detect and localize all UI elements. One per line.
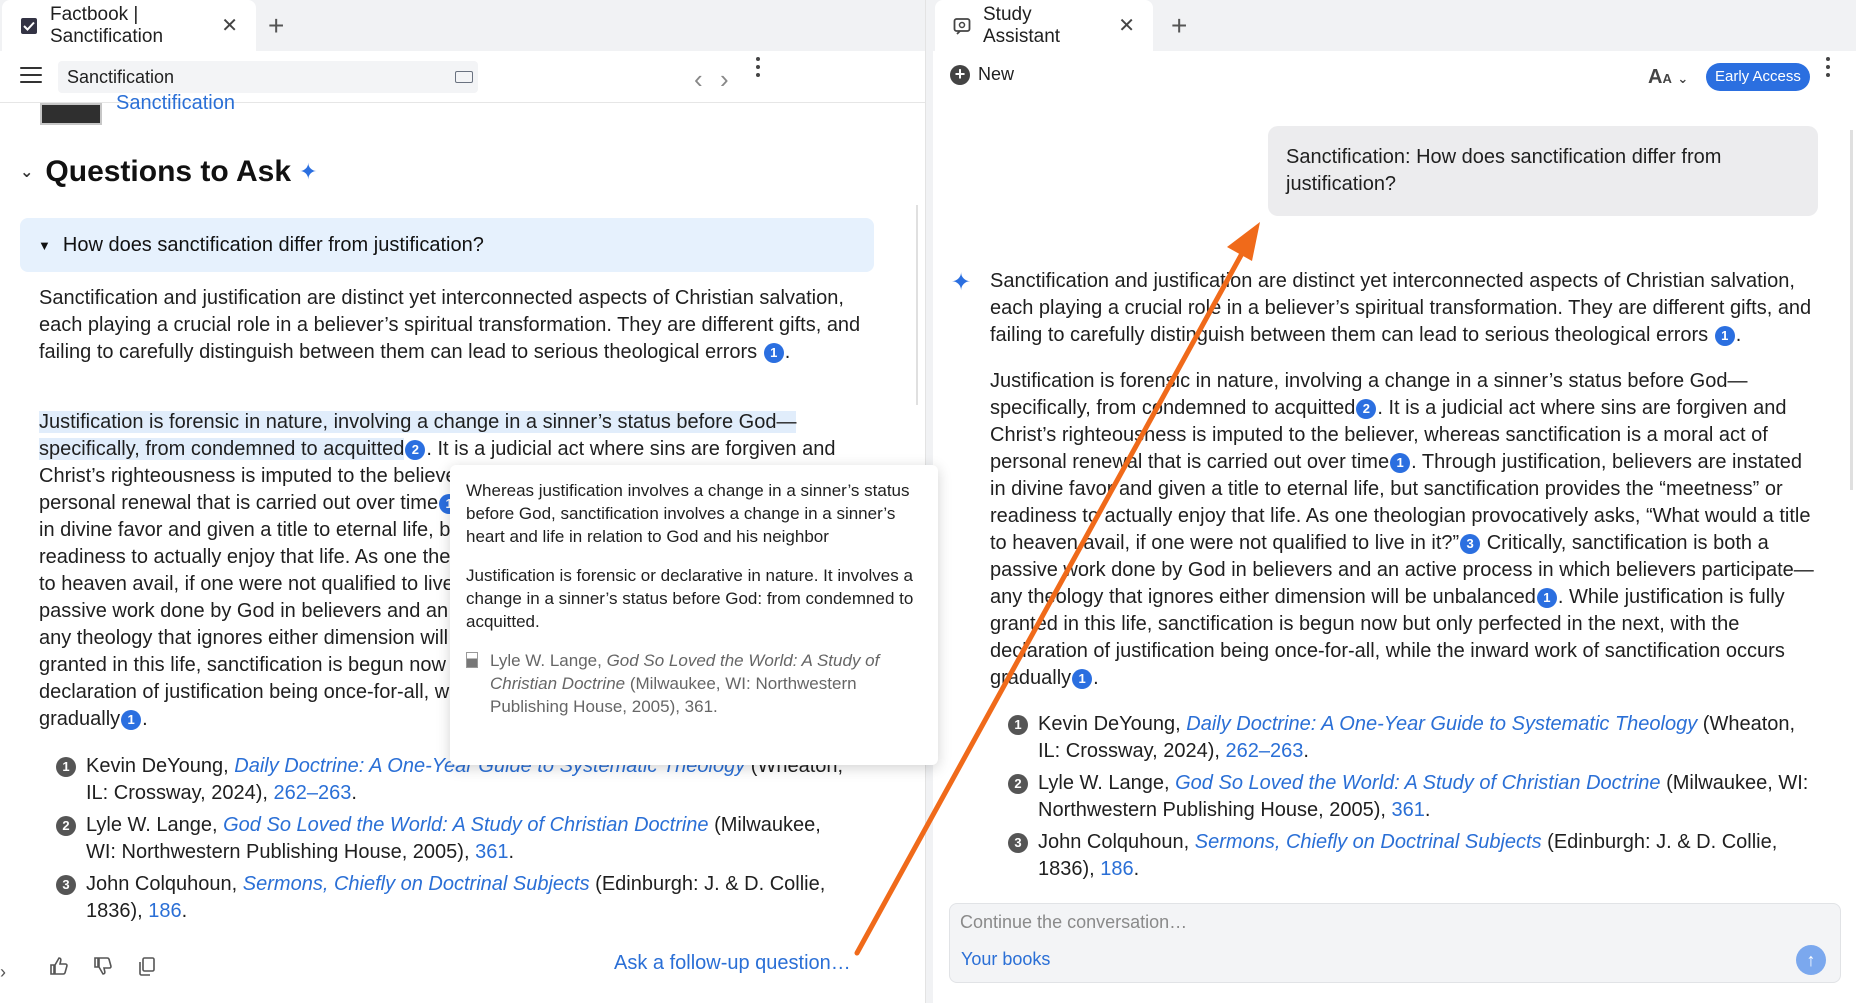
citation-badge[interactable]: 2 xyxy=(405,440,426,460)
menu-icon[interactable] xyxy=(20,67,42,85)
citation-badge[interactable]: 1 xyxy=(1714,326,1735,346)
reference-item: 2 Lyle W. Lange, God So Loved the World: … xyxy=(56,812,846,866)
book-link[interactable]: Sermons, Chiefly on Doctrinal Subjects xyxy=(243,873,590,895)
thumbs-up-icon[interactable] xyxy=(48,955,70,977)
copy-icon[interactable] xyxy=(136,955,158,977)
back-icon[interactable]: ‹ xyxy=(694,64,703,95)
tab-study-assistant[interactable]: Study Assistant ✕ xyxy=(935,0,1153,51)
your-books-link[interactable]: Your books xyxy=(961,949,1050,970)
more-options-icon[interactable] xyxy=(756,57,760,81)
scrollbar[interactable] xyxy=(916,205,918,405)
checkbox-icon xyxy=(20,17,38,35)
search-input[interactable] xyxy=(58,61,478,93)
assistant-paragraph-2: Justification is forensic in nature, inv… xyxy=(990,370,1814,689)
new-tab-button[interactable]: + xyxy=(268,10,284,42)
tab-title: Factbook | Sanctification xyxy=(50,3,164,47)
citation-badge[interactable]: 1 xyxy=(1536,588,1557,608)
reference-item: 3 John Colquhoun, Sermons, Chiefly on Doc… xyxy=(56,871,846,925)
left-tabstrip: Factbook | Sanctification ✕ + xyxy=(0,0,925,51)
right-tabstrip: Study Assistant ✕ + xyxy=(933,0,1856,51)
chevron-down-icon: ⌄ xyxy=(20,164,34,181)
sparkle-icon: ✦ xyxy=(951,269,972,296)
study-assistant-pane: Study Assistant ✕ + + New AA ⌄ Early Acc… xyxy=(933,0,1856,1003)
expand-panel-icon[interactable]: › xyxy=(0,962,6,983)
citation-tooltip: Whereas justification involves a change … xyxy=(450,465,938,765)
citation-badge[interactable]: 1 xyxy=(763,343,784,363)
send-button[interactable]: ↑ xyxy=(1796,945,1826,975)
section-title[interactable]: ⌄ Questions to Ask ✦ xyxy=(20,155,317,189)
text-size-button[interactable]: AA ⌄ xyxy=(1648,66,1688,89)
reference-item: 2 Lyle W. Lange, God So Loved the World: … xyxy=(1008,770,1818,824)
citation-badge[interactable]: 1 xyxy=(1390,453,1411,473)
assistant-icon xyxy=(953,17,971,35)
early-access-badge[interactable]: Early Access xyxy=(1706,63,1810,91)
citation-badge[interactable]: 1 xyxy=(121,710,142,730)
assistant-paragraph-1: Sanctification and justification are dis… xyxy=(990,270,1812,346)
book-link[interactable]: Daily Doctrine: A One-Year Guide to Syst… xyxy=(1186,713,1697,735)
reference-item: 1 Kevin DeYoung, Daily Doctrine: A One-Ye… xyxy=(1008,711,1818,765)
tooltip-quote-2: Justification is forensic or declarative… xyxy=(466,566,914,631)
chat-composer: Your books ↑ xyxy=(949,903,1841,983)
reference-item: 3 John Colquhoun, Sermons, Chiefly on Doc… xyxy=(1008,829,1818,883)
close-tab-icon[interactable]: ✕ xyxy=(1118,13,1135,38)
answer-actions xyxy=(48,955,158,977)
close-tab-icon[interactable]: ✕ xyxy=(221,13,238,38)
answer-paragraph-1: Sanctification and justification are dis… xyxy=(39,287,861,363)
chat-input[interactable] xyxy=(960,912,1660,933)
article-thumbnail[interactable] xyxy=(40,103,102,125)
follow-up-link[interactable]: Ask a follow-up question… xyxy=(614,952,851,975)
page-link[interactable]: 361 xyxy=(1392,799,1425,821)
scrollbar[interactable] xyxy=(1850,130,1853,490)
question-item[interactable]: ▼ How does sanctification differ from ju… xyxy=(20,218,874,272)
page-link[interactable]: 262–263 xyxy=(1225,740,1303,762)
citation-badge[interactable]: 2 xyxy=(1356,399,1377,419)
plus-icon: + xyxy=(950,64,970,85)
citation-badge[interactable]: 1 xyxy=(1072,669,1093,689)
new-tab-button[interactable]: + xyxy=(1171,10,1187,42)
tooltip-quote-1: Whereas justification involves a change … xyxy=(466,481,910,546)
citation-badge[interactable]: 3 xyxy=(1460,534,1481,554)
article-link[interactable]: Sanctification xyxy=(116,92,235,115)
page-link[interactable]: 186 xyxy=(148,900,181,922)
assistant-toolbar: + New AA ⌄ Early Access xyxy=(933,51,1856,103)
book-icon xyxy=(466,652,478,668)
reference-list: 1 Kevin DeYoung, Daily Doctrine: A One-Ye… xyxy=(1008,711,1818,888)
new-conversation-button[interactable]: + New xyxy=(950,64,1014,85)
tab-factbook[interactable]: Factbook | Sanctification ✕ xyxy=(2,0,256,51)
book-link[interactable]: God So Loved the World: A Study of Chris… xyxy=(223,814,708,836)
thumbs-down-icon[interactable] xyxy=(92,955,114,977)
keyboard-icon[interactable] xyxy=(455,71,473,83)
page-link[interactable]: 186 xyxy=(1100,858,1133,880)
user-message: Sanctification: How does sanctification … xyxy=(1268,126,1818,216)
tab-title: Study Assistant xyxy=(983,3,1061,47)
chevron-down-icon: ▼ xyxy=(38,237,51,253)
reference-list: 1 Kevin DeYoung, Daily Doctrine: A One-Ye… xyxy=(56,753,846,930)
page-link[interactable]: 262–263 xyxy=(273,782,351,804)
more-options-icon[interactable] xyxy=(1826,57,1830,81)
tooltip-source[interactable]: Lyle W. Lange, God So Loved the World: A… xyxy=(466,649,922,718)
book-link[interactable]: Sermons, Chiefly on Doctrinal Subjects xyxy=(1195,831,1542,853)
page-link[interactable]: 361 xyxy=(475,841,508,863)
sparkle-icon: ✦ xyxy=(299,159,318,184)
forward-icon[interactable]: › xyxy=(720,64,729,95)
book-link[interactable]: God So Loved the World: A Study of Chris… xyxy=(1175,772,1660,794)
